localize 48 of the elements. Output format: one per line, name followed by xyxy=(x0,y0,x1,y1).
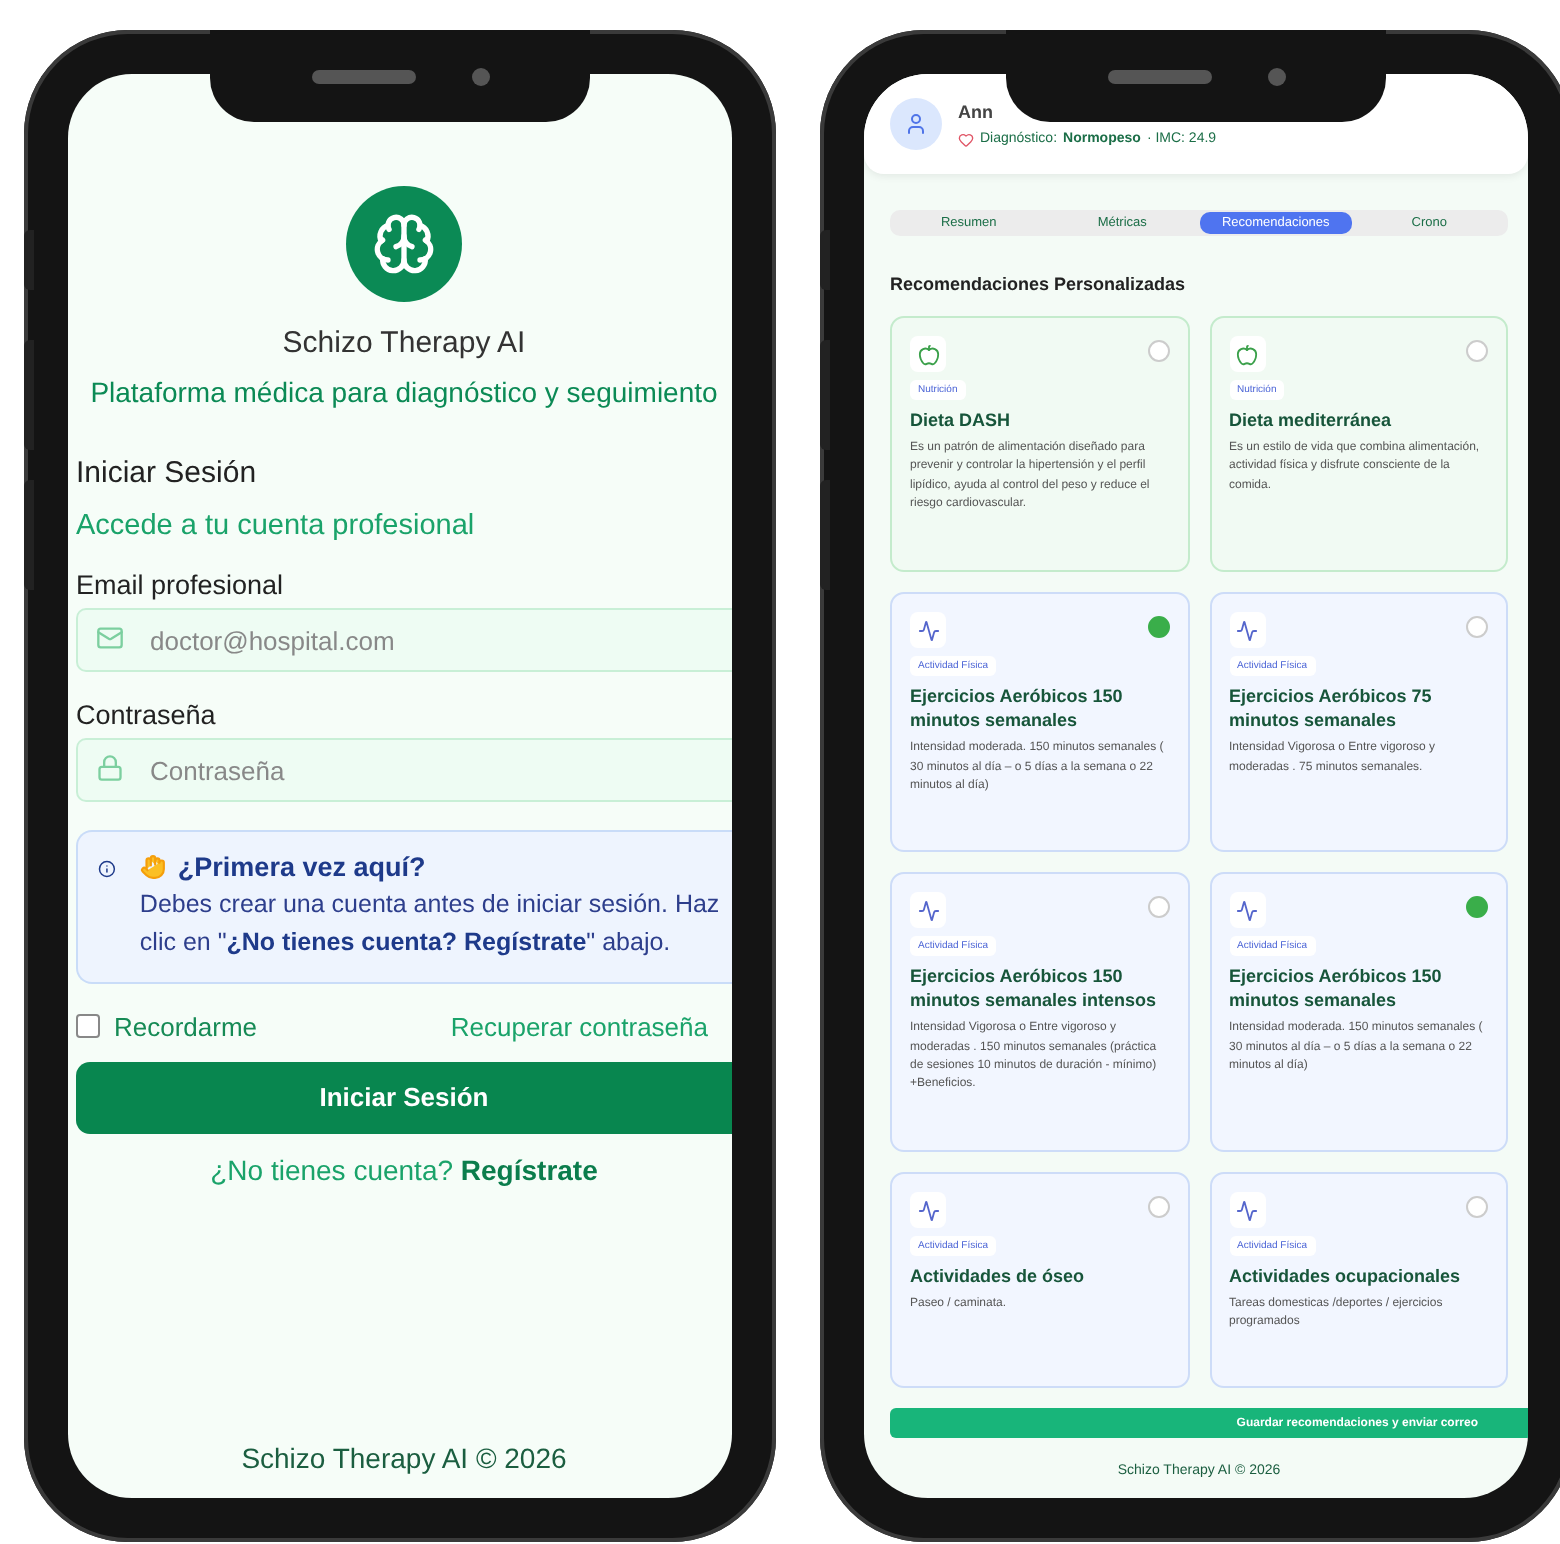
login-heading: Iniciar Sesión xyxy=(76,456,259,490)
activity-icon xyxy=(917,899,939,921)
lock-icon xyxy=(96,754,124,782)
activity-icon xyxy=(917,1199,939,1221)
apple-icon xyxy=(1236,343,1258,365)
forgot-password-link[interactable]: Recuperar contraseña xyxy=(450,1011,708,1041)
card-title: Actividades ocupacionales xyxy=(1229,1264,1463,1289)
hand-icon xyxy=(139,854,166,880)
password-field[interactable]: Contraseña xyxy=(76,738,732,802)
select-radio[interactable] xyxy=(1466,896,1488,918)
footer-text: Schizo Therapy AI © 2026 xyxy=(241,1442,567,1478)
app-name: Schizo Therapy AI xyxy=(282,326,526,360)
select-radio[interactable] xyxy=(1147,896,1169,918)
apple-icon xyxy=(917,343,939,365)
card-title: Actividades de óseo xyxy=(910,1264,1087,1289)
card-title: Ejercicios Aeróbicos 150 minutos semanales xyxy=(910,684,1125,733)
notice-title: ¿Primera vez aquí? xyxy=(177,852,426,882)
card-title: Ejercicios Aeróbicos 150 minutos semanales xyxy=(1229,964,1444,1013)
patient-name: Ann xyxy=(958,101,995,121)
register-link[interactable]: Regístrate xyxy=(460,1153,598,1185)
recommendation-card[interactable] xyxy=(890,872,1189,1152)
email-field[interactable]: doctor@hospital.com xyxy=(76,608,732,672)
register-prompt: ¿No tienes cuenta? xyxy=(210,1153,456,1185)
remember-checkbox[interactable]: Recordarme xyxy=(76,1011,258,1041)
section-heading: Recomendaciones Personalizadas xyxy=(890,274,1188,294)
app-subtitle: Plataforma médica para diagnóstico y seguimiento xyxy=(90,376,718,408)
select-radio[interactable] xyxy=(1466,340,1488,362)
heart-icon xyxy=(958,131,974,147)
activity-icon xyxy=(1236,899,1258,921)
select-radio[interactable] xyxy=(1147,340,1169,362)
user-avatar-icon xyxy=(890,98,942,150)
field-label: Email profesional xyxy=(76,570,286,600)
card-title: Ejercicios Aeróbicos 75 minutos semanales xyxy=(1229,684,1434,733)
login-subheading: Accede a tu cuenta profesional xyxy=(76,510,477,542)
field-label: Contraseña xyxy=(76,700,218,730)
card-title: Dieta DASH xyxy=(910,408,1013,433)
select-radio[interactable] xyxy=(1147,616,1169,638)
card-title: Ejercicios Aeróbicos 150 minutos semanales intensos xyxy=(910,964,1159,1013)
select-radio[interactable] xyxy=(1466,1196,1488,1218)
select-radio[interactable] xyxy=(1147,1196,1169,1218)
card-title: Dieta mediterránea xyxy=(1229,408,1394,433)
mail-icon xyxy=(96,624,124,652)
login-button[interactable]: Iniciar Sesión xyxy=(76,1061,732,1133)
notice-text: Debes crear una cuenta antes de iniciar sesión. Haz clic en "¿No tienes cuenta? Regístrate" abajo. xyxy=(139,888,722,960)
activity-icon xyxy=(1236,619,1258,641)
activity-icon xyxy=(1236,1199,1258,1221)
activity-icon xyxy=(917,619,939,641)
select-radio[interactable] xyxy=(1466,616,1488,638)
